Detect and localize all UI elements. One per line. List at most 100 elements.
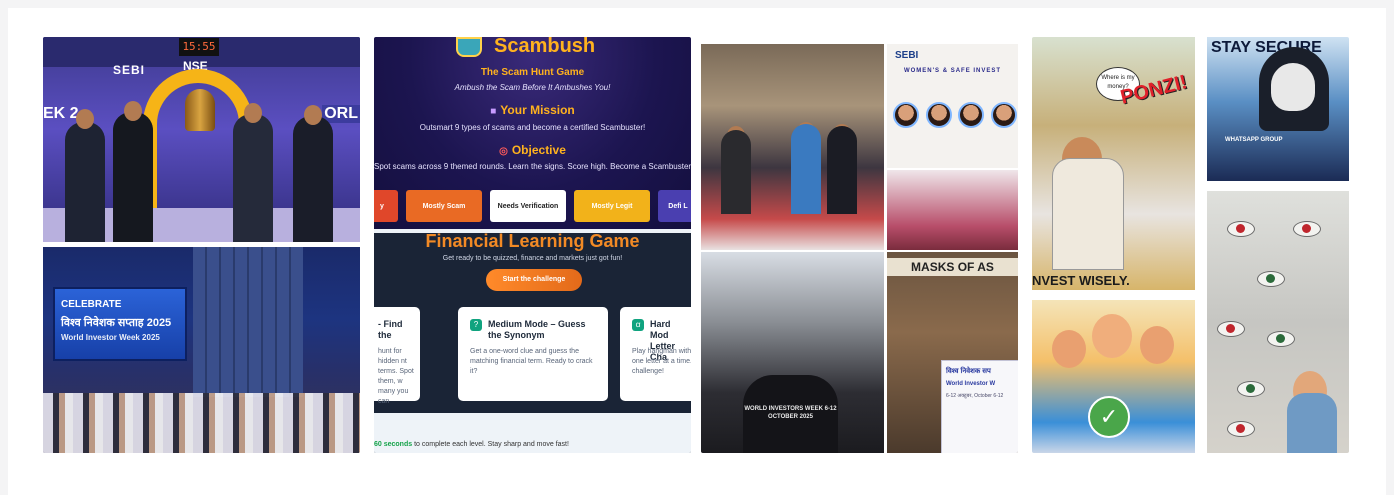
poster-ponzi: Where is my money? PONZI! NVEST WISELY. bbox=[1032, 37, 1195, 290]
person bbox=[113, 112, 153, 242]
person bbox=[233, 114, 273, 242]
poster-stay-secure: STAY SECURE WHATSAPP GROUP bbox=[1207, 37, 1349, 181]
gallery-card-bell-ringing[interactable]: 15:55 SEBI NSE EK 2 ORL CELEBRATE विश्व … bbox=[43, 37, 360, 453]
target-icon: ◎ bbox=[499, 146, 508, 157]
poster-invest-text: NVEST WISELY. bbox=[1032, 273, 1130, 288]
eye-icon bbox=[1257, 271, 1285, 287]
sebi-logo: SEBI bbox=[113, 63, 146, 77]
mode-title: Medium Mode – Guess the Synonym bbox=[488, 319, 586, 340]
person bbox=[65, 122, 105, 242]
gamepad-icon: ■ bbox=[490, 106, 497, 117]
clock-display: 15:55 bbox=[179, 38, 219, 56]
mission-text: Outsmart 9 types of scams and become a c… bbox=[419, 123, 646, 132]
speaker-avatars bbox=[893, 102, 1017, 128]
hacker-mask-icon bbox=[1271, 63, 1315, 111]
photo-inauguration bbox=[701, 44, 884, 250]
person-head bbox=[76, 109, 94, 129]
verdict-button-mostly-scam[interactable]: Mostly Scam bbox=[406, 190, 482, 222]
scambush-title: Scambush bbox=[494, 37, 596, 57]
mode-description: hunt for hidden nt terms. Spot them, w m… bbox=[378, 348, 414, 405]
person-head bbox=[1140, 326, 1174, 364]
gallery-card-posters[interactable]: Where is my money? PONZI! NVEST WISELY. … bbox=[1032, 37, 1349, 453]
person-head bbox=[1092, 314, 1132, 358]
photo-street-crowd: WORLD INVESTORS WEEK 6-12 OCTOBER 2025 bbox=[701, 252, 884, 453]
timer-note: 60 seconds to complete each level. Stay … bbox=[374, 413, 691, 453]
poster-whatsapp-text: WHATSAPP GROUP bbox=[1225, 137, 1283, 143]
mode-card-hard[interactable]: ꭤ Hard Mod Letter Cha Play hangman with … bbox=[620, 307, 691, 401]
person bbox=[1052, 158, 1124, 270]
scambush-panel: Scambush The Scam Hunt Game Ambush the S… bbox=[374, 37, 691, 229]
banner-text-left: EK 2 bbox=[43, 105, 79, 122]
eye-icon bbox=[1217, 321, 1245, 337]
objective-heading: ◎ Objective bbox=[499, 143, 566, 157]
standee-english: World Investor W bbox=[946, 381, 996, 387]
banner-title: WOMEN'S & SAFE INVEST bbox=[903, 68, 1002, 74]
bell-icon bbox=[185, 89, 215, 131]
person bbox=[721, 130, 751, 214]
exhibit-sign: MASKS OF AS bbox=[887, 258, 1018, 276]
eye-icon bbox=[1293, 221, 1321, 237]
objective-text: Spot scams across 9 themed rounds. Learn… bbox=[374, 162, 691, 171]
screen-line-2: विश्व निवेशक सप्ताह 2025 bbox=[61, 317, 172, 329]
avatar bbox=[893, 102, 919, 128]
person-head bbox=[304, 105, 322, 125]
verdict-button-definitely-legit[interactable]: Defi L bbox=[658, 190, 691, 222]
photo-women-panel-banner: SEBI WOMEN'S & SAFE INVEST bbox=[887, 44, 1018, 168]
gallery-card-activities[interactable]: SEBI WOMEN'S & SAFE INVEST WORLD INVESTO… bbox=[701, 37, 1018, 453]
eye-icon bbox=[1237, 381, 1265, 397]
person bbox=[791, 124, 821, 214]
eye-icon bbox=[1227, 221, 1255, 237]
person-head bbox=[1052, 330, 1086, 368]
verdict-button-needs-verification[interactable]: Needs Verification bbox=[490, 190, 566, 222]
letter-icon: ꭤ bbox=[632, 319, 644, 331]
check-shield-icon: ✓ bbox=[1088, 396, 1130, 438]
sebi-logo: SEBI bbox=[895, 50, 919, 61]
verdict-button-mostly-legit[interactable]: Mostly Legit bbox=[574, 190, 650, 222]
timer-text: 60 seconds to complete each level. Stay … bbox=[374, 441, 569, 448]
standee-dates: 6-12 अक्टूबर, October 6-12 bbox=[946, 393, 1004, 399]
photo-masks-exhibit: MASKS OF AS विश्व निवेशक सप World Invest… bbox=[887, 252, 1018, 453]
scambush-subtitle: The Scam Hunt Game bbox=[480, 67, 585, 78]
learning-game-subtitle: Get ready to be quizzed, finance and mar… bbox=[442, 255, 623, 262]
scambush-tagline: Ambush the Scam Before It Ambushes You! bbox=[454, 83, 611, 92]
screen-line-3: World Investor Week 2025 bbox=[61, 333, 160, 342]
eye-icon bbox=[1267, 331, 1295, 347]
standee-hindi: विश्व निवेशक सप bbox=[946, 368, 991, 375]
standee-board: विश्व निवेशक सप World Investor W 6-12 अक… bbox=[941, 360, 1018, 453]
led-screen: CELEBRATE विश्व निवेशक सप्ताह 2025 World… bbox=[53, 287, 187, 361]
mission-heading: ■ Your Mission bbox=[490, 103, 575, 117]
photo-bell-ringing: 15:55 SEBI NSE EK 2 ORL bbox=[43, 37, 360, 242]
learning-game-title: Financial Learning Game bbox=[425, 231, 640, 251]
avatar bbox=[990, 102, 1017, 128]
mode-description: Play hangman with one letter at a time. … bbox=[632, 348, 691, 375]
mode-card-medium[interactable]: ? Medium Mode – Guess the Synonym Get a … bbox=[458, 307, 608, 401]
learning-game-header: Financial Learning Game Get ready to be … bbox=[374, 231, 691, 307]
gallery-card-games[interactable]: Scambush The Scam Hunt Game Ambush the S… bbox=[374, 37, 691, 453]
tshirt-back: WORLD INVESTORS WEEK 6-12 OCTOBER 2025 bbox=[743, 375, 838, 453]
question-icon: ? bbox=[470, 319, 482, 331]
screen-line-1: CELEBRATE bbox=[61, 299, 122, 310]
eye-icon bbox=[1227, 421, 1255, 437]
gallery-frame: 15:55 SEBI NSE EK 2 ORL CELEBRATE विश्व … bbox=[8, 8, 1386, 495]
verdict-button-scam[interactable]: y bbox=[374, 190, 398, 222]
photo-panel-discussion bbox=[887, 170, 1018, 250]
banner-text-right: ORL bbox=[322, 105, 360, 123]
building-facade bbox=[193, 247, 303, 397]
person-head bbox=[124, 101, 142, 121]
avatar bbox=[958, 102, 985, 128]
poster-eyes bbox=[1207, 191, 1349, 453]
poster-family: ✓ bbox=[1032, 300, 1195, 453]
mode-description: Get a one-word clue and guess the matchi… bbox=[470, 348, 593, 375]
mode-card-easy[interactable]: - Find the hunt for hidden nt terms. Spo… bbox=[374, 307, 420, 405]
photo-event-hall: CELEBRATE विश्व निवेशक सप्ताह 2025 World… bbox=[43, 247, 360, 453]
avatar bbox=[925, 102, 952, 128]
mode-title: - Find the bbox=[378, 319, 403, 340]
audience bbox=[43, 393, 360, 453]
person bbox=[293, 116, 333, 242]
tshirt-text: WORLD INVESTORS WEEK 6-12 OCTOBER 2025 bbox=[744, 406, 837, 420]
person-head bbox=[244, 103, 262, 123]
person bbox=[1287, 393, 1337, 453]
scambush-logo-icon bbox=[456, 37, 482, 57]
person bbox=[827, 126, 857, 214]
start-challenge-button[interactable]: Start the challenge bbox=[486, 269, 582, 291]
